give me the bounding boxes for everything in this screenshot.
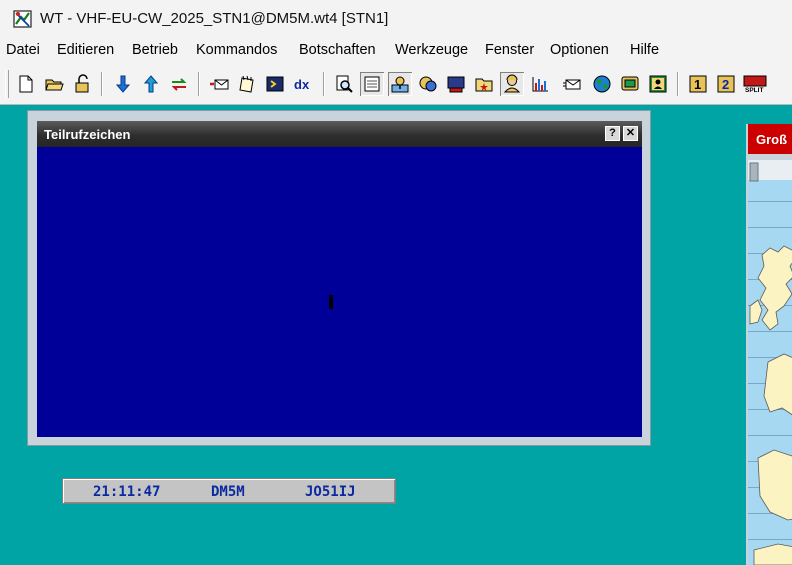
toolbar-separator (101, 72, 103, 96)
menu-werkzeuge[interactable]: Werkzeuge (395, 42, 468, 58)
envelope-send-icon (210, 79, 229, 90)
unlock-button[interactable] (70, 72, 94, 96)
status-panel: 21:11:47 DM5M JO51IJ (62, 478, 396, 504)
transfer-button[interactable] (167, 72, 191, 96)
open-folder-icon (45, 79, 64, 91)
window-person-button[interactable] (646, 72, 670, 96)
operator-icon (503, 74, 521, 93)
menu-editieren[interactable]: Editieren (57, 42, 114, 58)
partial-callsign-caption[interactable]: Teilrufzeichen ? ✕ (37, 121, 642, 147)
toolbar-separator (323, 72, 325, 96)
svg-text:1: 1 (694, 77, 701, 92)
upload-button[interactable] (139, 72, 163, 96)
multiplier-button[interactable] (416, 72, 440, 96)
menu-betrieb[interactable]: Betrieb (132, 42, 178, 58)
download-button[interactable] (111, 72, 135, 96)
wt-app-icon (13, 10, 32, 28)
toolbar-separator (198, 72, 200, 96)
radio-1-button[interactable]: 1 (686, 72, 710, 96)
magnifier-icon (336, 75, 353, 93)
operator-button[interactable] (500, 72, 524, 96)
dx-icon: dx (294, 77, 310, 92)
arrow-down-icon (115, 75, 131, 93)
open-button[interactable] (42, 72, 66, 96)
menu-bar: Datei Editieren Betrieb Kommandos Botsch… (0, 40, 792, 62)
arrow-up-icon (143, 75, 159, 93)
folder-star-button[interactable] (472, 72, 496, 96)
radio-1-icon: 1 (689, 75, 707, 93)
monitor-button[interactable] (618, 72, 642, 96)
partial-callsign-list[interactable] (37, 147, 642, 437)
mail-button[interactable] (560, 72, 584, 96)
map-area[interactable] (748, 160, 792, 565)
partial-callsign-window[interactable]: Teilrufzeichen ? ✕ (27, 110, 651, 446)
toolbar: dx 1 2 SPLIT (0, 62, 792, 105)
split-button[interactable]: SPLIT (743, 72, 767, 96)
folder-star-icon (475, 78, 493, 92)
radio-2-icon: 2 (717, 75, 735, 93)
dx-button[interactable]: dx (291, 72, 315, 96)
map-window[interactable]: Groß (746, 124, 792, 565)
notepad-icon (239, 75, 254, 93)
split-icon: SPLIT (743, 75, 767, 94)
menu-hilfe[interactable]: Hilfe (630, 42, 659, 58)
new-document-button[interactable] (14, 72, 38, 96)
toolbar-grip[interactable] (5, 70, 9, 98)
map-window-title: Groß (756, 132, 788, 147)
menu-datei[interactable]: Datei (6, 42, 40, 58)
menu-kommandos[interactable]: Kommandos (196, 42, 277, 58)
title-bar: WT - VHF-EU-CW_2025_STN1@DM5M.wt4 [STN1] (0, 0, 792, 40)
help-icon: ? (609, 127, 616, 139)
status-callsign: DM5M (211, 484, 245, 500)
svg-text:SPLIT: SPLIT (745, 87, 763, 94)
statistics-button[interactable] (528, 72, 552, 96)
script-icon (266, 76, 284, 92)
globe-button[interactable] (590, 72, 614, 96)
status-locator: JO51IJ (305, 484, 356, 500)
monitor-icon (621, 76, 639, 91)
map-window-caption[interactable]: Groß (748, 124, 792, 154)
statistics-chart-icon (532, 77, 548, 92)
notepad-button[interactable] (235, 72, 259, 96)
map-pin-button[interactable] (388, 72, 412, 96)
log-list-icon (364, 76, 380, 92)
send-message-button[interactable] (207, 72, 231, 96)
log-list-button[interactable] (360, 72, 384, 96)
transfer-icon (171, 78, 187, 91)
search-button[interactable] (332, 72, 356, 96)
svg-text:2: 2 (722, 77, 729, 92)
new-document-icon (19, 75, 33, 93)
script-button[interactable] (263, 72, 287, 96)
window-title: WT - VHF-EU-CW_2025_STN1@DM5M.wt4 [STN1] (40, 10, 389, 27)
svg-text:dx: dx (294, 77, 310, 92)
europe-map-graphic (748, 160, 792, 565)
window-person-icon (649, 75, 667, 93)
menu-botschaften[interactable]: Botschaften (299, 42, 376, 58)
terminal-button[interactable] (444, 72, 468, 96)
globe-icon (593, 75, 611, 93)
help-button[interactable]: ? (605, 126, 620, 141)
multiplier-icon (419, 76, 437, 92)
status-time: 21:11:47 (93, 484, 161, 500)
menu-optionen[interactable]: Optionen (550, 42, 609, 58)
radio-2-button[interactable]: 2 (714, 72, 738, 96)
menu-fenster[interactable]: Fenster (485, 42, 534, 58)
toolbar-separator (677, 72, 679, 96)
partial-callsign-title: Teilrufzeichen (44, 127, 131, 142)
mail-icon (563, 79, 581, 90)
text-caret (329, 295, 333, 309)
unlock-icon (75, 74, 89, 93)
close-icon: ✕ (625, 127, 636, 139)
close-button[interactable]: ✕ (623, 126, 638, 141)
map-pin-icon (391, 76, 409, 93)
terminal-icon (447, 76, 465, 93)
